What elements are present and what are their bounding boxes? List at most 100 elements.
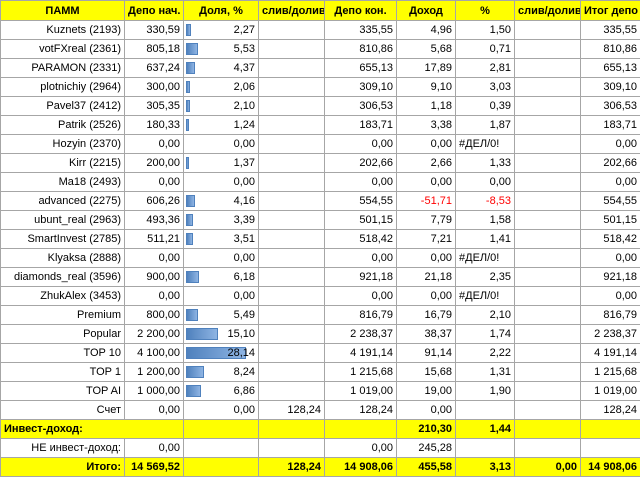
depo-start-cell[interactable]: 330,59 [125, 21, 184, 40]
sliv-cell[interactable] [259, 382, 325, 401]
total-depo-cell[interactable]: 1 215,68 [581, 363, 640, 382]
total-depo-cell[interactable]: 4 191,14 [581, 344, 640, 363]
percent-cell[interactable]: 1,90 [456, 382, 515, 401]
sliv-cell[interactable] [259, 287, 325, 306]
share-cell[interactable]: 0,00 [184, 173, 259, 192]
sliv2-cell[interactable] [515, 363, 581, 382]
header-cell[interactable]: Депо кон. [325, 1, 397, 21]
cell[interactable] [259, 439, 325, 458]
share-cell[interactable]: 3,39 [184, 211, 259, 230]
sliv2-cell[interactable] [515, 401, 581, 420]
sliv-cell[interactable] [259, 192, 325, 211]
sliv2-cell[interactable] [515, 287, 581, 306]
percent-cell[interactable]: 1,31 [456, 363, 515, 382]
sliv2-cell[interactable] [515, 173, 581, 192]
depo-end-cell[interactable]: 0,00 [325, 173, 397, 192]
percent-cell[interactable]: -8,53 [456, 192, 515, 211]
percent-cell[interactable]: 1,50 [456, 21, 515, 40]
depo-start-cell[interactable]: 0,00 [125, 287, 184, 306]
share-cell[interactable]: 1,37 [184, 154, 259, 173]
sliv2-cell[interactable] [515, 154, 581, 173]
income-cell[interactable]: 7,21 [397, 230, 456, 249]
share-cell[interactable]: 5,53 [184, 40, 259, 59]
cell[interactable] [184, 458, 259, 477]
depo-end-cell[interactable]: 554,55 [325, 192, 397, 211]
share-cell[interactable]: 0,00 [184, 401, 259, 420]
total-depo-cell[interactable]: 128,24 [581, 401, 640, 420]
share-cell[interactable]: 4,16 [184, 192, 259, 211]
sliv2-cell[interactable] [515, 135, 581, 154]
share-cell[interactable]: 2,06 [184, 78, 259, 97]
total-depo-cell[interactable]: 0,00 [581, 135, 640, 154]
pamm-name-cell[interactable]: Premium [1, 306, 125, 325]
pamm-name-cell[interactable]: diamonds_real (3596) [1, 268, 125, 287]
percent-cell[interactable]: 0,71 [456, 40, 515, 59]
pamm-name-cell[interactable]: plotnichiy (2964) [1, 78, 125, 97]
percent-cell[interactable]: 2,35 [456, 268, 515, 287]
pamm-name-cell[interactable]: ZhukAlex (3453) [1, 287, 125, 306]
share-cell[interactable]: 1,24 [184, 116, 259, 135]
pamm-name-cell[interactable]: TOP 10 [1, 344, 125, 363]
totals-label[interactable]: Итого: [1, 458, 125, 477]
percent-cell[interactable]: 1,87 [456, 116, 515, 135]
depo-end-cell[interactable]: 309,10 [325, 78, 397, 97]
total-depo-cell[interactable]: 183,71 [581, 116, 640, 135]
sliv-cell[interactable] [259, 154, 325, 173]
depo-end-cell[interactable]: 810,86 [325, 40, 397, 59]
income-cell[interactable]: 0,00 [397, 249, 456, 268]
depo-start-cell[interactable]: 305,35 [125, 97, 184, 116]
sliv2-cell[interactable] [515, 21, 581, 40]
depo-end-cell[interactable]: 1 215,68 [325, 363, 397, 382]
depo-start-cell[interactable]: 493,36 [125, 211, 184, 230]
income-cell[interactable]: 91,14 [397, 344, 456, 363]
pamm-name-cell[interactable]: Счет [1, 401, 125, 420]
header-cell[interactable]: Доход [397, 1, 456, 21]
cell[interactable] [515, 439, 581, 458]
total-depo-cell[interactable]: 554,55 [581, 192, 640, 211]
depo-end-cell[interactable]: 816,79 [325, 306, 397, 325]
cell[interactable] [581, 439, 640, 458]
share-cell[interactable]: 2,27 [184, 21, 259, 40]
header-cell[interactable]: Депо нач. [125, 1, 184, 21]
percent-cell[interactable]: 2,10 [456, 306, 515, 325]
header-cell[interactable]: % [456, 1, 515, 21]
depo-start-cell[interactable]: 800,00 [125, 306, 184, 325]
share-cell[interactable]: 6,18 [184, 268, 259, 287]
percent-cell[interactable]: 0,39 [456, 97, 515, 116]
share-cell[interactable]: 15,10 [184, 325, 259, 344]
cell[interactable] [581, 420, 640, 439]
non-invest-income[interactable]: 245,28 [397, 439, 456, 458]
pamm-name-cell[interactable]: Patrik (2526) [1, 116, 125, 135]
depo-end-cell[interactable]: 501,15 [325, 211, 397, 230]
depo-end-cell[interactable]: 518,42 [325, 230, 397, 249]
total-depo-cell[interactable]: 309,10 [581, 78, 640, 97]
share-cell[interactable]: 5,49 [184, 306, 259, 325]
income-cell[interactable]: 4,96 [397, 21, 456, 40]
total-depo-cell[interactable]: 816,79 [581, 306, 640, 325]
pamm-name-cell[interactable]: Klyaksa (2888) [1, 249, 125, 268]
totals-sliv[interactable]: 128,24 [259, 458, 325, 477]
percent-cell[interactable]: 1,33 [456, 154, 515, 173]
share-cell[interactable]: 4,37 [184, 59, 259, 78]
pamm-name-cell[interactable]: Pavel37 (2412) [1, 97, 125, 116]
sliv-cell[interactable] [259, 173, 325, 192]
income-cell[interactable]: 0,00 [397, 135, 456, 154]
sliv-cell[interactable] [259, 211, 325, 230]
sliv2-cell[interactable] [515, 78, 581, 97]
pamm-name-cell[interactable]: Ma18 (2493) [1, 173, 125, 192]
sliv-cell[interactable] [259, 230, 325, 249]
sliv-cell[interactable] [259, 21, 325, 40]
depo-start-cell[interactable]: 180,33 [125, 116, 184, 135]
depo-start-cell[interactable]: 805,18 [125, 40, 184, 59]
sliv-cell[interactable] [259, 59, 325, 78]
sliv2-cell[interactable] [515, 268, 581, 287]
depo-end-cell[interactable]: 0,00 [325, 135, 397, 154]
total-depo-cell[interactable]: 2 238,37 [581, 325, 640, 344]
depo-end-cell[interactable]: 306,53 [325, 97, 397, 116]
sliv-cell[interactable] [259, 268, 325, 287]
sliv2-cell[interactable] [515, 344, 581, 363]
depo-start-cell[interactable]: 637,24 [125, 59, 184, 78]
totals-total[interactable]: 14 908,06 [581, 458, 640, 477]
depo-start-cell[interactable]: 1 000,00 [125, 382, 184, 401]
share-cell[interactable]: 6,86 [184, 382, 259, 401]
